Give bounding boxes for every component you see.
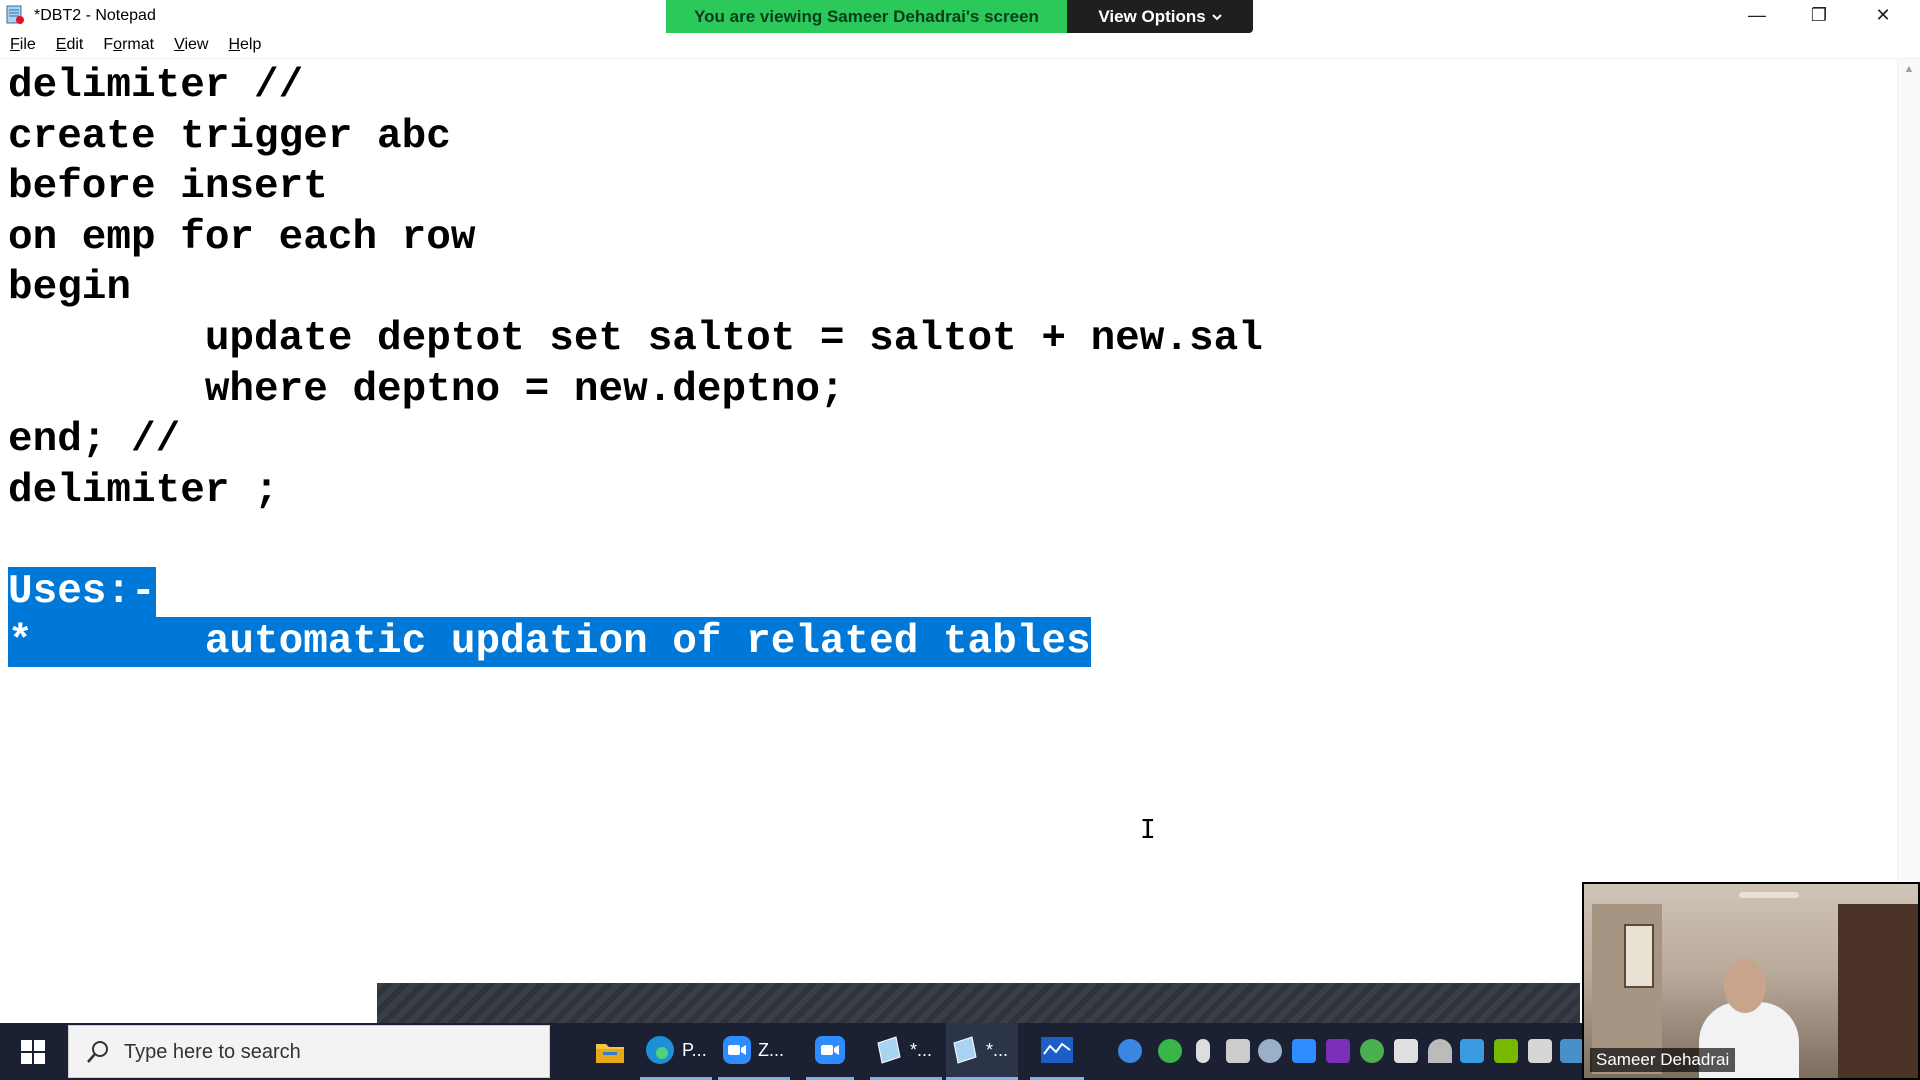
menu-file[interactable]: File: [0, 36, 46, 54]
taskbar-search-box[interactable]: Type here to search: [68, 1025, 550, 1078]
video-background: [1624, 924, 1654, 988]
menu-format[interactable]: Format: [93, 36, 164, 54]
window-title: *DBT2 - Notepad: [34, 7, 156, 24]
notepad-icon: [953, 1036, 977, 1064]
menu-bar: File Edit Format View Help: [0, 32, 1920, 59]
vertical-scrollbar[interactable]: ▲: [1897, 59, 1920, 983]
code-line: where deptno = new.deptno;: [8, 367, 845, 413]
chevron-down-icon: [1211, 13, 1222, 20]
zoom-icon: [723, 1036, 751, 1064]
taskbar-app-label: P...: [682, 1039, 707, 1060]
participant-figure: [1724, 959, 1766, 1013]
restore-button[interactable]: ❐: [1788, 0, 1850, 30]
menu-help[interactable]: Help: [218, 36, 271, 54]
utorrent-icon[interactable]: [1360, 1039, 1384, 1063]
microphone-icon[interactable]: [1196, 1039, 1210, 1063]
background-strip: [377, 983, 1580, 1023]
code-line: create trigger abc: [8, 114, 451, 160]
code-line: end; //: [8, 417, 181, 463]
view-options-label: View Options: [1098, 6, 1206, 26]
text-cursor-icon: I: [1140, 815, 1156, 845]
zoom-tray-icon[interactable]: [1292, 1039, 1316, 1063]
search-placeholder: Type here to search: [124, 1041, 301, 1063]
steam-icon[interactable]: [1258, 1039, 1282, 1063]
taskbar-app-whiteboard[interactable]: [1030, 1023, 1084, 1080]
taskbar-app-zoom-meeting[interactable]: [806, 1023, 854, 1080]
tray-app-icon[interactable]: [1528, 1039, 1552, 1063]
taskbar-app-zoom[interactable]: Z...: [718, 1023, 790, 1080]
taskbar-app-label: Z...: [758, 1039, 784, 1060]
shield-icon[interactable]: [1394, 1039, 1418, 1063]
wifi-icon[interactable]: [1428, 1039, 1452, 1063]
notepad-icon: [877, 1036, 901, 1064]
code-line: on emp for each row: [8, 215, 476, 261]
video-background: [1739, 892, 1799, 898]
text-editor-area[interactable]: delimiter // create trigger abc before i…: [0, 59, 1898, 983]
selected-line: Uses:-: [8, 567, 156, 617]
folder-icon: [596, 1043, 624, 1063]
onenote-icon[interactable]: [1326, 1039, 1350, 1063]
whiteboard-icon: [1041, 1037, 1073, 1063]
participant-video[interactable]: Sameer Dehadrai: [1582, 882, 1920, 1080]
code-line: begin: [8, 265, 132, 311]
code-line: update deptot set saltot = saltot + new.…: [8, 316, 1263, 362]
code-line: before insert: [8, 164, 328, 210]
view-options-button[interactable]: View Options: [1067, 0, 1253, 33]
taskbar-app-notepad-active[interactable]: *...: [946, 1023, 1018, 1080]
zoom-meeting-icon: [815, 1036, 845, 1064]
tray-app-icon[interactable]: [1560, 1039, 1584, 1063]
search-icon: [87, 1041, 108, 1063]
taskbar-app-file-explorer[interactable]: [588, 1023, 632, 1080]
menu-view[interactable]: View: [164, 36, 218, 54]
scroll-up-icon[interactable]: ▲: [1898, 63, 1920, 75]
menu-edit[interactable]: Edit: [46, 36, 94, 54]
screen-share-banner: You are viewing Sameer Dehadrai's screen: [666, 0, 1067, 33]
selected-line: * automatic updation of related tables: [8, 617, 1091, 667]
battery-icon[interactable]: [1226, 1039, 1250, 1063]
taskbar-app-label: *...: [910, 1039, 933, 1060]
taskbar-app-notepad[interactable]: *...: [870, 1023, 942, 1080]
start-button[interactable]: [0, 1023, 66, 1080]
taskbar-app-edge[interactable]: P...: [640, 1023, 712, 1080]
participant-name: Sameer Dehadrai: [1590, 1048, 1736, 1072]
snowflake-icon[interactable]: [1460, 1039, 1484, 1063]
windows-logo-icon: [21, 1039, 45, 1064]
help-icon[interactable]: [1118, 1039, 1142, 1063]
taskbar-app-label: *...: [986, 1039, 1009, 1060]
code-line: delimiter //: [8, 63, 304, 109]
notepad-icon: [6, 5, 24, 24]
close-button[interactable]: ✕: [1852, 0, 1914, 30]
screen-share-text: You are viewing Sameer Dehadrai's screen: [694, 6, 1039, 26]
nvidia-icon[interactable]: [1494, 1039, 1518, 1063]
security-check-icon[interactable]: [1158, 1039, 1182, 1063]
video-background: [1838, 904, 1918, 1078]
code-line: delimiter ;: [8, 468, 279, 514]
minimize-button[interactable]: —: [1726, 0, 1788, 30]
edge-browser-icon: [646, 1036, 674, 1064]
